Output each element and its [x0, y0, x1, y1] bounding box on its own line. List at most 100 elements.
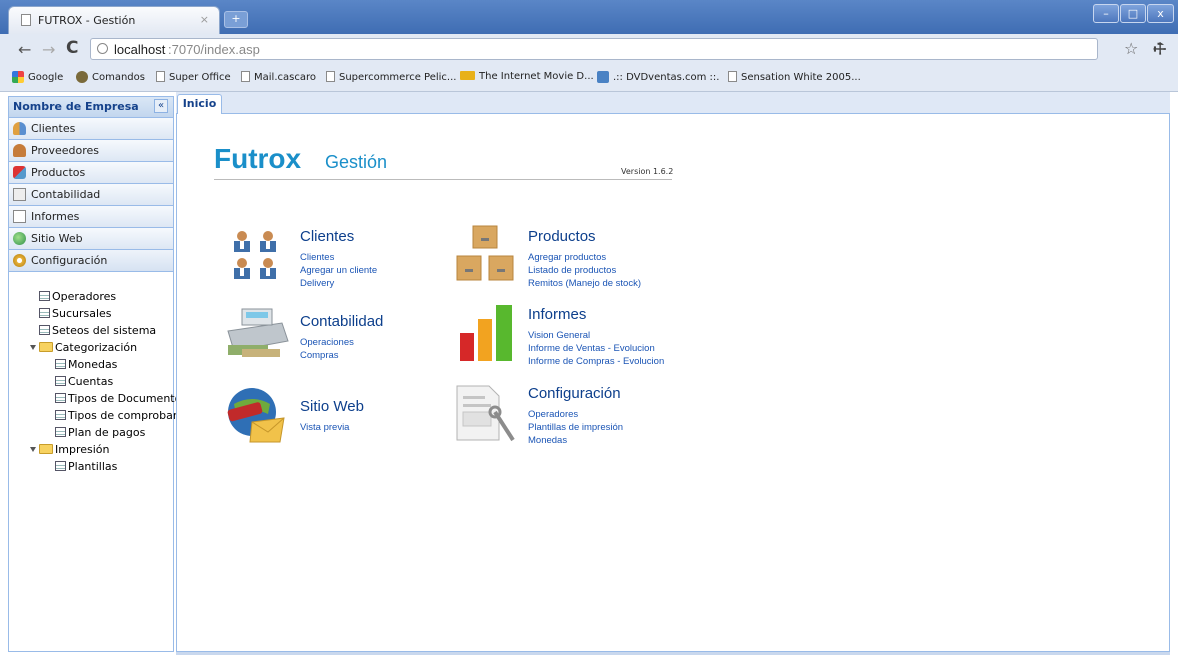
bookmark-dvdventas[interactable]: .:: DVDventas.com ::.	[597, 71, 719, 83]
expand-arrow-icon[interactable]	[30, 447, 36, 452]
document-icon	[39, 308, 50, 318]
link-remitos[interactable]: Remitos (Manejo de stock)	[528, 278, 641, 289]
logo-futrox: Futrox	[214, 143, 302, 174]
dvd-icon	[597, 71, 609, 83]
url-path: :7070/index.asp	[168, 42, 260, 57]
bookmark-supercommerce[interactable]: Supercommerce Pelic...	[326, 71, 456, 83]
bookmark-mail-cascaro[interactable]: Mail.cascaro	[241, 71, 316, 83]
sidebar-title: Nombre de Empresa	[13, 100, 139, 113]
browser-tab[interactable]: FUTROX - Gestión ×	[8, 6, 220, 34]
calculator-icon	[13, 188, 26, 201]
forward-icon[interactable]: →	[42, 40, 55, 59]
sidebar-item-clientes[interactable]: Clientes	[9, 118, 173, 140]
document-icon	[55, 461, 66, 471]
link-operaciones[interactable]: Operaciones	[300, 337, 354, 348]
link-plantillas-impresion[interactable]: Plantillas de impresión	[528, 422, 623, 433]
new-tab-button[interactable]: +	[224, 11, 248, 28]
section-title-configuracion: Configuración	[528, 385, 621, 402]
tree-item-operadores[interactable]: Operadores	[39, 290, 116, 303]
globe-icon	[13, 232, 26, 245]
tree-item-plantillas[interactable]: Plantillas	[55, 460, 117, 473]
boxes-icon	[456, 225, 514, 281]
link-vision-general[interactable]: Vision General	[528, 330, 590, 341]
provider-icon	[13, 144, 26, 157]
products-icon	[13, 166, 26, 179]
config-document-icon	[456, 385, 515, 442]
document-icon	[55, 359, 66, 369]
close-tab-icon[interactable]: ×	[200, 13, 209, 26]
link-operadores[interactable]: Operadores	[528, 409, 578, 420]
tree-item-sucursales[interactable]: Sucursales	[39, 307, 112, 320]
sidebar-item-productos[interactable]: Productos	[9, 162, 173, 184]
tree-item-plan-pagos[interactable]: Plan de pagos	[55, 426, 145, 439]
page-info-icon[interactable]	[97, 43, 108, 54]
bookmark-super-office[interactable]: Super Office	[156, 71, 231, 83]
sidebar-item-informes[interactable]: Informes	[9, 206, 173, 228]
folder-icon	[39, 444, 53, 454]
link-clientes[interactable]: Clientes	[300, 252, 334, 263]
page-icon	[728, 71, 737, 82]
tree-item-cuentas[interactable]: Cuentas	[55, 375, 113, 388]
main-tabstrip	[176, 92, 1170, 114]
reload-icon[interactable]: C	[66, 38, 78, 58]
expand-arrow-icon[interactable]	[30, 345, 36, 350]
clients-icon	[234, 231, 276, 279]
link-informe-compras[interactable]: Informe de Compras - Evolucion	[528, 356, 664, 367]
section-title-productos: Productos	[528, 228, 596, 245]
document-icon	[55, 376, 66, 386]
document-icon	[55, 427, 66, 437]
tab-inicio[interactable]: Inicio	[177, 94, 222, 115]
bookmark-comandos[interactable]: Comandos	[76, 71, 145, 83]
bookmark-sensation[interactable]: Sensation White 2005...	[728, 71, 861, 83]
imdb-icon	[460, 71, 475, 80]
cash-register-icon	[227, 308, 289, 357]
link-agregar-productos[interactable]: Agregar productos	[528, 252, 606, 263]
sidebar-item-sitio-web[interactable]: Sitio Web	[9, 228, 173, 250]
section-title-clientes: Clientes	[300, 228, 355, 245]
logo-gestion: Gestión	[325, 152, 388, 172]
gear-icon	[13, 254, 26, 267]
www-globe-icon	[227, 388, 285, 443]
link-compras[interactable]: Compras	[300, 350, 339, 361]
tree-item-seteos[interactable]: Seteos del sistema	[39, 324, 156, 337]
report-icon	[13, 210, 26, 223]
bar-chart-icon	[460, 305, 512, 361]
back-icon[interactable]: ←	[18, 40, 31, 59]
version-label: Version 1.6.2	[621, 167, 674, 176]
document-icon	[39, 325, 50, 335]
tree-item-tipos-comprobante[interactable]: Tipos de comprobante	[55, 409, 191, 422]
main-panel	[176, 114, 1170, 652]
bookmark-google[interactable]: Google	[12, 71, 63, 83]
document-icon	[55, 393, 66, 403]
minimize-button[interactable]: –	[1093, 4, 1119, 23]
url-host: localhost	[114, 42, 166, 57]
logo-divider	[214, 179, 672, 180]
browser-tab-title: FUTROX - Gestión	[38, 14, 136, 27]
link-delivery[interactable]: Delivery	[300, 278, 334, 289]
clients-icon	[13, 122, 26, 135]
close-window-button[interactable]: x	[1147, 4, 1174, 23]
link-listado-productos[interactable]: Listado de productos	[528, 265, 616, 276]
page-icon	[156, 71, 165, 82]
star-icon[interactable]: ☆	[1124, 39, 1138, 58]
section-title-informes: Informes	[528, 306, 587, 323]
sidebar-item-proveedores[interactable]: Proveedores	[9, 140, 173, 162]
link-agregar-cliente[interactable]: Agregar un cliente	[300, 265, 377, 276]
link-informe-ventas[interactable]: Informe de Ventas - Evolucion	[528, 343, 655, 354]
maximize-button[interactable]: □	[1120, 4, 1146, 23]
folder-icon	[39, 342, 53, 352]
link-vista-previa[interactable]: Vista previa	[300, 422, 349, 433]
tree-item-monedas[interactable]: Monedas	[55, 358, 117, 371]
tree-folder-categorizacion[interactable]: Categorización	[30, 341, 137, 354]
section-title-sitio-web: Sitio Web	[300, 398, 364, 415]
collapse-sidebar-button[interactable]: «	[154, 99, 168, 113]
tree-folder-impresion[interactable]: Impresión	[30, 443, 109, 456]
page-icon	[21, 14, 31, 26]
bookmark-imdb[interactable]: The Internet Movie D...	[460, 71, 594, 82]
section-title-contabilidad: Contabilidad	[300, 313, 384, 330]
sidebar-item-configuracion[interactable]: Configuración	[9, 250, 173, 272]
page-icon	[326, 71, 335, 82]
link-monedas[interactable]: Monedas	[528, 435, 567, 446]
sidebar-item-contabilidad[interactable]: Contabilidad	[9, 184, 173, 206]
tree-item-tipos-documentos[interactable]: Tipos de Documentos	[55, 392, 187, 405]
